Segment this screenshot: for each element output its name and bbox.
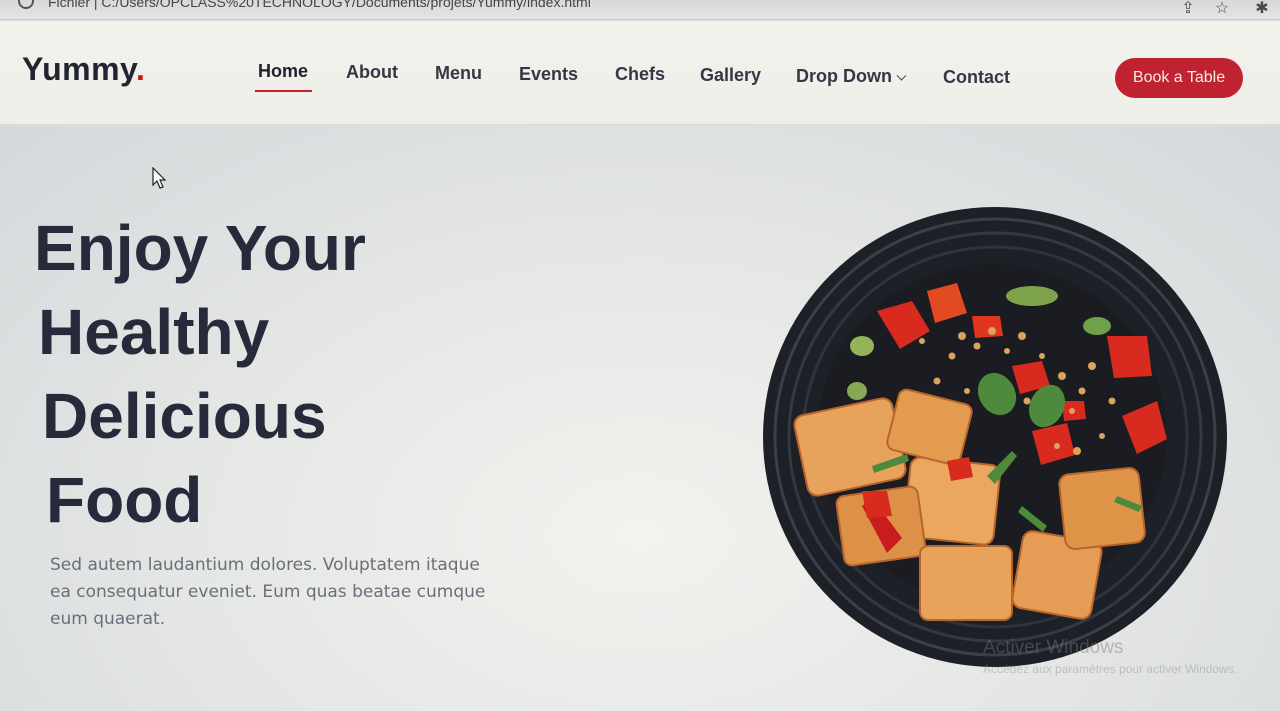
activate-windows-watermark: Activer Windows — [983, 637, 1124, 658]
main-nav: Home About Menu Events Chefs Gallery Dro… — [0, 21, 1100, 125]
mouse-cursor-icon — [152, 167, 167, 189]
share-icon[interactable]: ⇪ — [1178, 0, 1198, 18]
nav-about[interactable]: About — [346, 62, 398, 83]
hero-description: Sed autem laudantium dolores. Voluptatem… — [50, 555, 486, 629]
chevron-down-icon — [896, 70, 907, 81]
hero-title-line: Enjoy Your — [34, 212, 366, 284]
nav-dropdown-label: Drop Down — [796, 66, 892, 86]
nav-gallery[interactable]: Gallery — [700, 65, 761, 86]
browser-toolbar: Fichier | C:/Users/OPCLASS%20TECHNOLOGY/… — [0, 0, 1280, 20]
nav-dropdown[interactable]: Drop Down — [796, 66, 907, 87]
hero-title-line: Food — [46, 464, 203, 536]
activate-windows-subtext: Accédez aux paramètres pour activer Wind… — [983, 662, 1238, 676]
hero-title-line: Healthy — [38, 296, 270, 368]
site-header: Yummy. Home About Menu Events Chefs Gall… — [0, 21, 1280, 125]
book-a-table-button[interactable]: Book a Table — [1115, 58, 1243, 98]
site-info-icon[interactable] — [18, 0, 34, 9]
nav-events[interactable]: Events — [519, 64, 578, 85]
food-plate-image — [763, 207, 1227, 667]
hero-title-line: Delicious — [42, 380, 327, 452]
address-bar[interactable]: Fichier | C:/Users/OPCLASS%20TECHNOLOGY/… — [48, 0, 591, 10]
hero-title: Enjoy Your Healthy Delicious Food — [34, 206, 494, 542]
nav-contact[interactable]: Contact — [943, 67, 1010, 88]
extensions-icon[interactable]: ✱ — [1252, 0, 1272, 18]
nav-menu[interactable]: Menu — [435, 63, 482, 84]
nav-chefs[interactable]: Chefs — [615, 64, 665, 85]
nav-home[interactable]: Home — [254, 61, 313, 92]
hero-section: Enjoy Your Healthy Delicious Food Sed au… — [0, 126, 1280, 711]
star-icon[interactable]: ☆ — [1212, 0, 1232, 18]
